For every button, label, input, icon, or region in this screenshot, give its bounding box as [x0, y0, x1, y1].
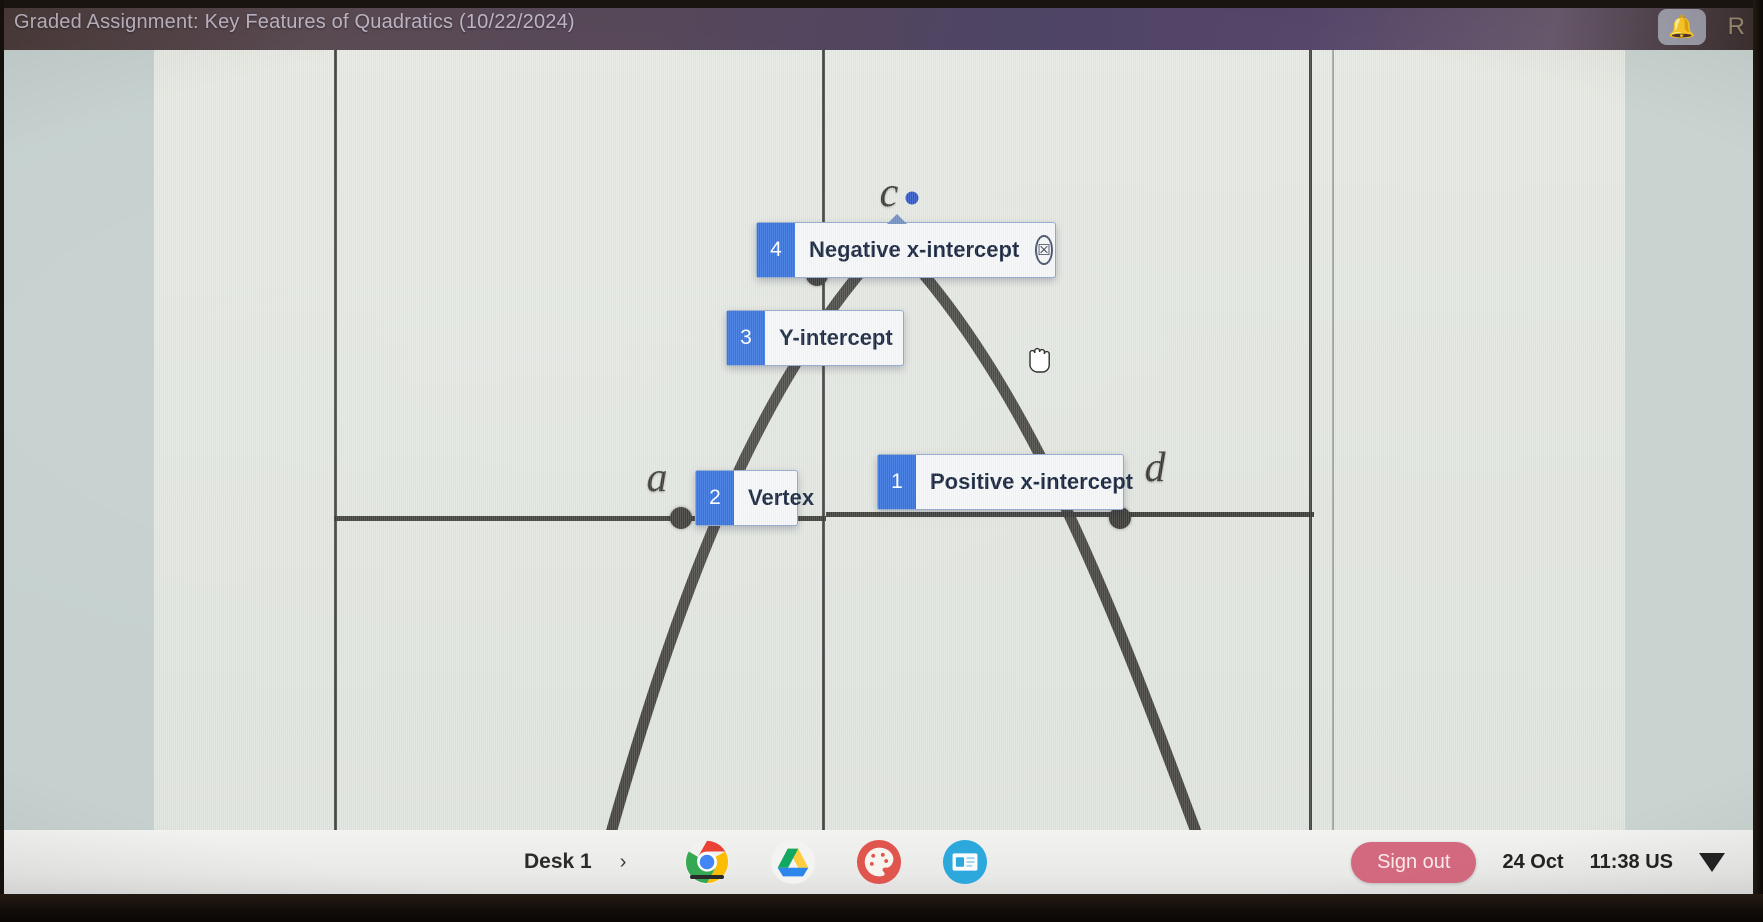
bezel-right	[1753, 0, 1763, 922]
bezel-top	[0, 0, 1763, 8]
grab-hand-cursor	[1029, 347, 1050, 373]
card-number-badge: 1	[878, 455, 916, 509]
graph-paper[interactable]: c a d 4 Negative x-intercept ☒ 3 Y-inter…	[154, 50, 1625, 840]
card-label: Negative x-intercept	[809, 237, 1020, 262]
bell-icon: 🔔	[1667, 14, 1696, 39]
answer-card-positive-x-intercept[interactable]: 1 Positive x-intercept	[877, 454, 1133, 510]
answer-card-negative-x-intercept[interactable]: 4 Negative x-intercept ☒	[756, 214, 1056, 278]
shelf-app-list	[684, 839, 988, 885]
wifi-icon[interactable]	[1699, 852, 1725, 872]
avatar[interactable]: R	[1728, 13, 1745, 41]
point-positive-x-intercept[interactable]	[1109, 507, 1131, 529]
page-margin-right	[1625, 50, 1753, 840]
notification-bell-button[interactable]: 🔔	[1657, 9, 1706, 45]
card-caret-icon	[887, 214, 907, 224]
palette-icon[interactable]	[856, 839, 902, 885]
card-number-badge: 3	[727, 311, 765, 365]
graph-viewport[interactable]: c a d 4 Negative x-intercept ☒ 3 Y-inter…	[4, 50, 1753, 840]
point-marker-blue	[905, 191, 919, 205]
bezel-left	[0, 0, 4, 922]
page-title: Graded Assignment: Key Features of Quadr…	[14, 11, 575, 33]
answer-card-vertex[interactable]: 2 Vertex	[695, 470, 814, 526]
screen-photo: Graded Assignment: Key Features of Quadr…	[0, 0, 1763, 922]
page-margin-left	[4, 50, 154, 840]
card-label: Vertex	[748, 485, 815, 510]
desk-label: Desk 1	[524, 850, 592, 873]
shelf-time: 11:38 US	[1589, 850, 1673, 873]
card-number-badge: 2	[696, 471, 734, 525]
desk-switcher[interactable]: Desk 1 ›	[524, 850, 626, 874]
id-card-icon[interactable]	[942, 839, 988, 885]
system-shelf[interactable]: Desk 1 › Sign out 24 Oct 11:38 US	[4, 830, 1753, 894]
google-drive-icon[interactable]	[770, 839, 816, 885]
card-label: Positive x-intercept	[930, 469, 1133, 494]
answer-card-y-intercept[interactable]: 3 Y-intercept	[726, 310, 904, 366]
window-title-bar: Graded Assignment: Key Features of Quadr…	[0, 4, 1763, 50]
card-label: Y-intercept	[779, 325, 893, 350]
point-label-c: c	[879, 170, 899, 216]
bezel-bottom	[0, 894, 1763, 922]
card-number-badge: 4	[757, 223, 795, 277]
point-label-a: a	[646, 455, 668, 501]
shelf-status-area[interactable]: Sign out 24 Oct 11:38 US	[1351, 841, 1725, 883]
point-negative-x-intercept[interactable]	[670, 507, 692, 529]
chrome-icon[interactable]	[684, 839, 730, 885]
title-bar-actions: 🔔 R	[1657, 9, 1745, 45]
sign-out-button[interactable]: Sign out	[1351, 841, 1477, 883]
trash-icon[interactable]: ☒	[1035, 235, 1053, 265]
shelf-date: 24 Oct	[1502, 850, 1564, 873]
chevron-right-icon[interactable]: ›	[620, 851, 627, 874]
